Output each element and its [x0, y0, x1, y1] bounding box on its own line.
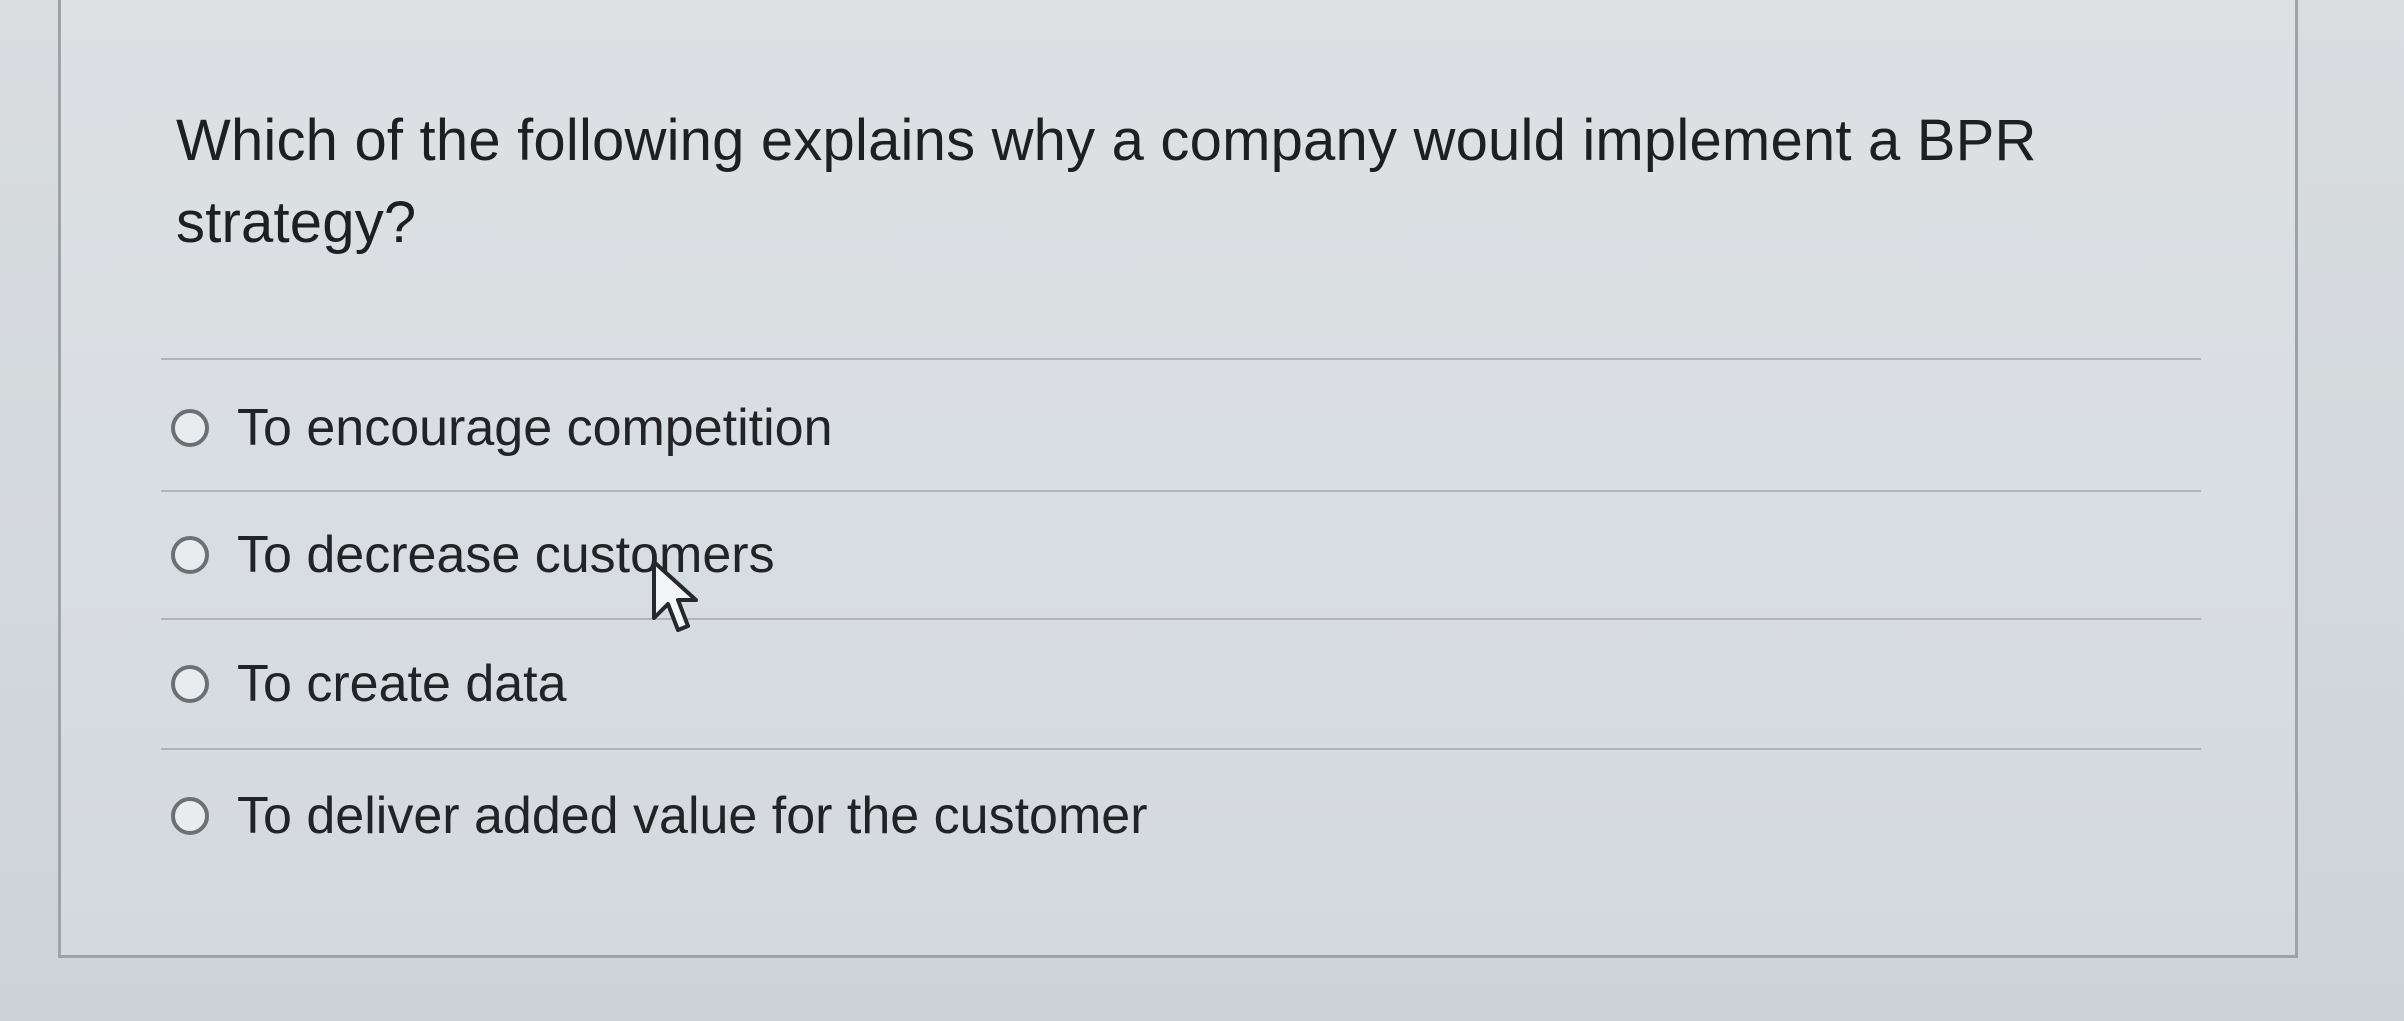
question-text: Which of the following explains why a co…: [176, 108, 2037, 255]
answer-option-4[interactable]: To deliver added value for the customer: [171, 776, 1148, 856]
radio-button-icon[interactable]: [171, 409, 209, 447]
answer-label: To create data: [237, 655, 567, 713]
answer-option-1[interactable]: To encourage competition: [171, 388, 833, 468]
radio-button-icon[interactable]: [171, 536, 209, 574]
answer-label: To encourage competition: [237, 399, 833, 457]
answer-label: To deliver added value for the customer: [237, 787, 1148, 845]
answer-option-3[interactable]: To create data: [171, 644, 567, 724]
quiz-question-card: Which of the following explains why a co…: [58, 0, 2298, 958]
divider: [161, 490, 2201, 492]
mouse-pointer-icon: [652, 560, 698, 632]
radio-button-icon[interactable]: [171, 665, 209, 703]
radio-button-icon[interactable]: [171, 797, 209, 835]
divider: [161, 358, 2201, 360]
divider: [161, 748, 2201, 750]
divider: [161, 618, 2201, 620]
